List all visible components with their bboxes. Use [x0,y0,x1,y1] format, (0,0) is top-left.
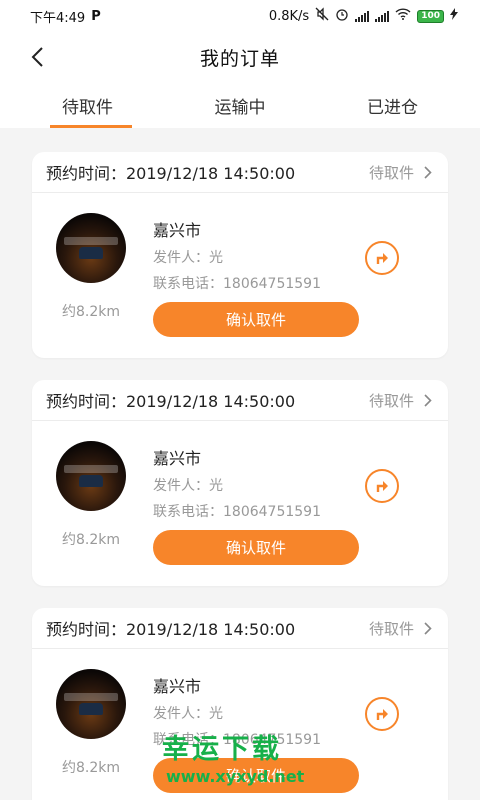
confirm-pickup-button[interactable]: 确认取件 [153,758,359,793]
contact-phone: 联系电话：18064751591 [153,504,321,520]
confirm-pickup-button[interactable]: 确认取件 [153,302,359,337]
order-card-body: 约8.2km 嘉兴市 发件人：光 联系电话：18064751591 确认取件 [32,421,448,586]
order-status: 待取件 [368,391,414,410]
header: 我的订单 [0,32,480,82]
avatar [56,213,126,283]
tab-in-transit[interactable]: 运输中 [181,82,300,128]
chevron-right-icon [424,393,432,407]
order-status-link[interactable]: 待取件 [369,390,432,411]
order-card-header[interactable]: 预约时间：2019/12/18 14:50:00 待取件 [32,608,448,649]
sender: 发件人：光 [153,250,223,266]
back-button[interactable] [22,42,52,72]
top-area: 下午4:49 P 0.8K/s 100 我的订单 待取件 运输中 已进仓 [0,0,480,128]
sender: 发件人：光 [153,706,223,722]
status-time: 下午4:49 [30,10,86,26]
distance: 约8.2km [61,532,120,548]
navigate-button[interactable] [365,697,399,731]
tab-warehoused[interactable]: 已进仓 [299,82,480,128]
chevron-right-icon [424,621,432,635]
contact-phone: 联系电话：18064751591 [153,276,321,292]
confirm-pickup-button[interactable]: 确认取件 [153,530,359,565]
order-status-link[interactable]: 待取件 [369,162,432,183]
chevron-right-icon [424,165,432,179]
turn-right-arrow-icon [376,481,388,492]
order-list: 预约时间：2019/12/18 14:50:00 待取件 约8.2km 嘉兴市 … [0,128,480,800]
order-status: 待取件 [368,619,414,638]
alarm-icon [335,7,349,25]
contact-phone: 联系电话：18064751591 [153,732,321,748]
navigate-button[interactable] [365,241,399,275]
order-card: 预约时间：2019/12/18 14:50:00 待取件 约8.2km 嘉兴市 … [32,380,448,586]
appointment-time: 预约时间：2019/12/18 14:50:00 [46,164,296,183]
city: 嘉兴市 [153,221,202,240]
order-status: 待取件 [368,163,414,182]
distance: 约8.2km [61,760,120,776]
status-right: 0.8K/s 100 [269,7,458,25]
tab-bar: 待取件 运输中 已进仓 [0,82,480,128]
chevron-left-icon [31,47,43,67]
net-speed: 0.8K/s [268,8,310,24]
turn-right-arrow-icon [376,253,388,264]
order-card-header[interactable]: 预约时间：2019/12/18 14:50:00 待取件 [32,380,448,421]
city: 嘉兴市 [153,677,202,696]
order-card-body: 约8.2km 嘉兴市 发件人：光 联系电话：18064751591 确认取件 [32,193,448,358]
status-bar: 下午4:49 P 0.8K/s 100 [0,0,480,32]
turn-right-arrow-icon [376,709,388,720]
order-card-header[interactable]: 预约时间：2019/12/18 14:50:00 待取件 [32,152,448,193]
sender: 发件人：光 [153,478,223,494]
order-status-link[interactable]: 待取件 [369,618,432,639]
page-title: 我的订单 [199,47,280,70]
signal-icon-2 [375,10,390,22]
battery-icon: 100 [417,9,444,23]
city: 嘉兴市 [153,449,202,468]
tab-pending-pickup[interactable]: 待取件 [0,82,181,128]
avatar [56,669,126,739]
carrier-icon: P [91,8,101,24]
order-card: 预约时间：2019/12/18 14:50:00 待取件 约8.2km 嘉兴市 … [32,608,448,800]
wifi-icon [395,8,411,24]
status-left: 下午4:49 P [30,7,101,26]
order-card: 预约时间：2019/12/18 14:50:00 待取件 约8.2km 嘉兴市 … [32,152,448,358]
order-card-body: 约8.2km 嘉兴市 发件人：光 联系电话：18064751591 确认取件 [32,649,448,800]
navigate-button[interactable] [365,469,399,503]
distance: 约8.2km [61,304,120,320]
signal-icon [355,10,370,22]
appointment-time: 预约时间：2019/12/18 14:50:00 [46,392,296,411]
mute-icon [315,7,329,25]
appointment-time: 预约时间：2019/12/18 14:50:00 [46,620,296,639]
charging-icon [450,8,458,24]
avatar [56,441,126,511]
active-tab-indicator [50,125,132,128]
